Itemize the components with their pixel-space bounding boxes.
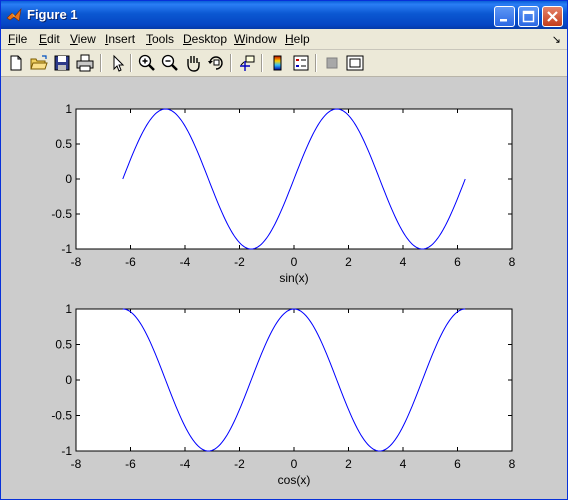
x-axis-label: sin(x)	[279, 271, 308, 285]
legend-icon[interactable]	[291, 53, 311, 73]
x-tick-label: 4	[400, 457, 407, 471]
x-tick-label: 0	[291, 255, 298, 269]
toolbar-separator	[261, 54, 263, 72]
y-tick-label: -0.5	[51, 409, 72, 423]
y-tick-label: 1	[65, 102, 72, 116]
menu-window[interactable]: Window	[234, 32, 277, 46]
data-cursor-icon[interactable]	[237, 53, 257, 73]
x-tick-label: -4	[180, 255, 191, 269]
x-tick-label: 6	[454, 255, 461, 269]
show-plot-tools-icon[interactable]	[345, 53, 365, 73]
menu-desktop[interactable]: Desktop	[183, 32, 227, 46]
x-tick-label: -2	[234, 457, 245, 471]
x-tick-label: -4	[180, 457, 191, 471]
menu-bar: File Edit View Insert Tools Desktop Wind…	[1, 29, 567, 50]
menu-file[interactable]: File	[8, 32, 27, 46]
rotate-3d-icon[interactable]	[206, 53, 226, 73]
close-button[interactable]	[542, 6, 563, 27]
menu-view[interactable]: View	[70, 32, 96, 46]
toolbar-separator	[100, 54, 102, 72]
window-title: Figure 1	[27, 7, 78, 22]
x-tick-label: 2	[345, 255, 352, 269]
save-icon[interactable]	[52, 53, 72, 73]
x-tick-label: 0	[291, 457, 298, 471]
y-tick-label: -1	[61, 242, 72, 256]
x-tick-label: -8	[71, 255, 82, 269]
figure-canvas[interactable]: -8 -6 -4 -2 0 2 4 6 8 1 0.5 0 -0.5 -1 sin(x) -8 -6 -4 -2 0 2…	[1, 77, 567, 499]
x-axis-label: cos(x)	[278, 473, 311, 487]
x-tick-label: 2	[345, 457, 352, 471]
y-tick-label: 0.5	[55, 137, 72, 151]
axes-2	[75, 308, 513, 452]
zoom-in-icon[interactable]	[137, 53, 157, 73]
x-tick-label: -8	[71, 457, 82, 471]
y-tick-label: 1	[65, 302, 72, 316]
matlab-logo-icon	[6, 7, 22, 23]
y-tick-label: 0	[65, 172, 72, 186]
new-file-icon[interactable]	[6, 53, 26, 73]
menu-tools[interactable]: Tools	[146, 32, 174, 46]
x-tick-label: 4	[400, 255, 407, 269]
plots-svg: -8 -6 -4 -2 0 2 4 6 8 1 0.5 0 -0.5 -1 sin(x) -8 -6 -4 -2 0 2…	[51, 102, 516, 487]
y-tick-label: -1	[61, 444, 72, 458]
menu-help[interactable]: Help	[285, 32, 310, 46]
figure-toolbar	[1, 50, 567, 77]
zoom-out-icon[interactable]	[160, 53, 180, 73]
x-tick-label: 8	[509, 457, 516, 471]
minimize-button[interactable]	[494, 6, 515, 27]
toolbar-separator	[230, 54, 232, 72]
y-tick-label: 0	[65, 373, 72, 387]
pan-hand-icon[interactable]	[183, 53, 203, 73]
x-tick-label: 8	[509, 255, 516, 269]
colorbar-icon[interactable]	[268, 53, 288, 73]
y-tick-label: 0.5	[55, 338, 72, 352]
x-tick-label: 6	[454, 457, 461, 471]
x-tick-label: -6	[125, 457, 136, 471]
menu-edit[interactable]: Edit	[39, 32, 60, 46]
pointer-arrow-icon[interactable]	[107, 53, 127, 73]
toolbar-separator	[315, 54, 317, 72]
figure-window: Figure 1 File Edit View Insert Tools Des…	[0, 0, 568, 500]
open-folder-icon[interactable]	[29, 53, 49, 73]
print-icon[interactable]	[75, 53, 95, 73]
dock-arrow-icon[interactable]: ↘	[552, 33, 561, 46]
maximize-button[interactable]	[518, 6, 539, 27]
toolbar-separator	[130, 54, 132, 72]
hide-plot-tools-icon[interactable]	[322, 53, 342, 73]
title-bar[interactable]: Figure 1	[1, 1, 567, 29]
x-tick-label: -6	[125, 255, 136, 269]
y-tick-label: -0.5	[51, 207, 72, 221]
menu-insert[interactable]: Insert	[105, 32, 135, 46]
x-tick-label: -2	[234, 255, 245, 269]
